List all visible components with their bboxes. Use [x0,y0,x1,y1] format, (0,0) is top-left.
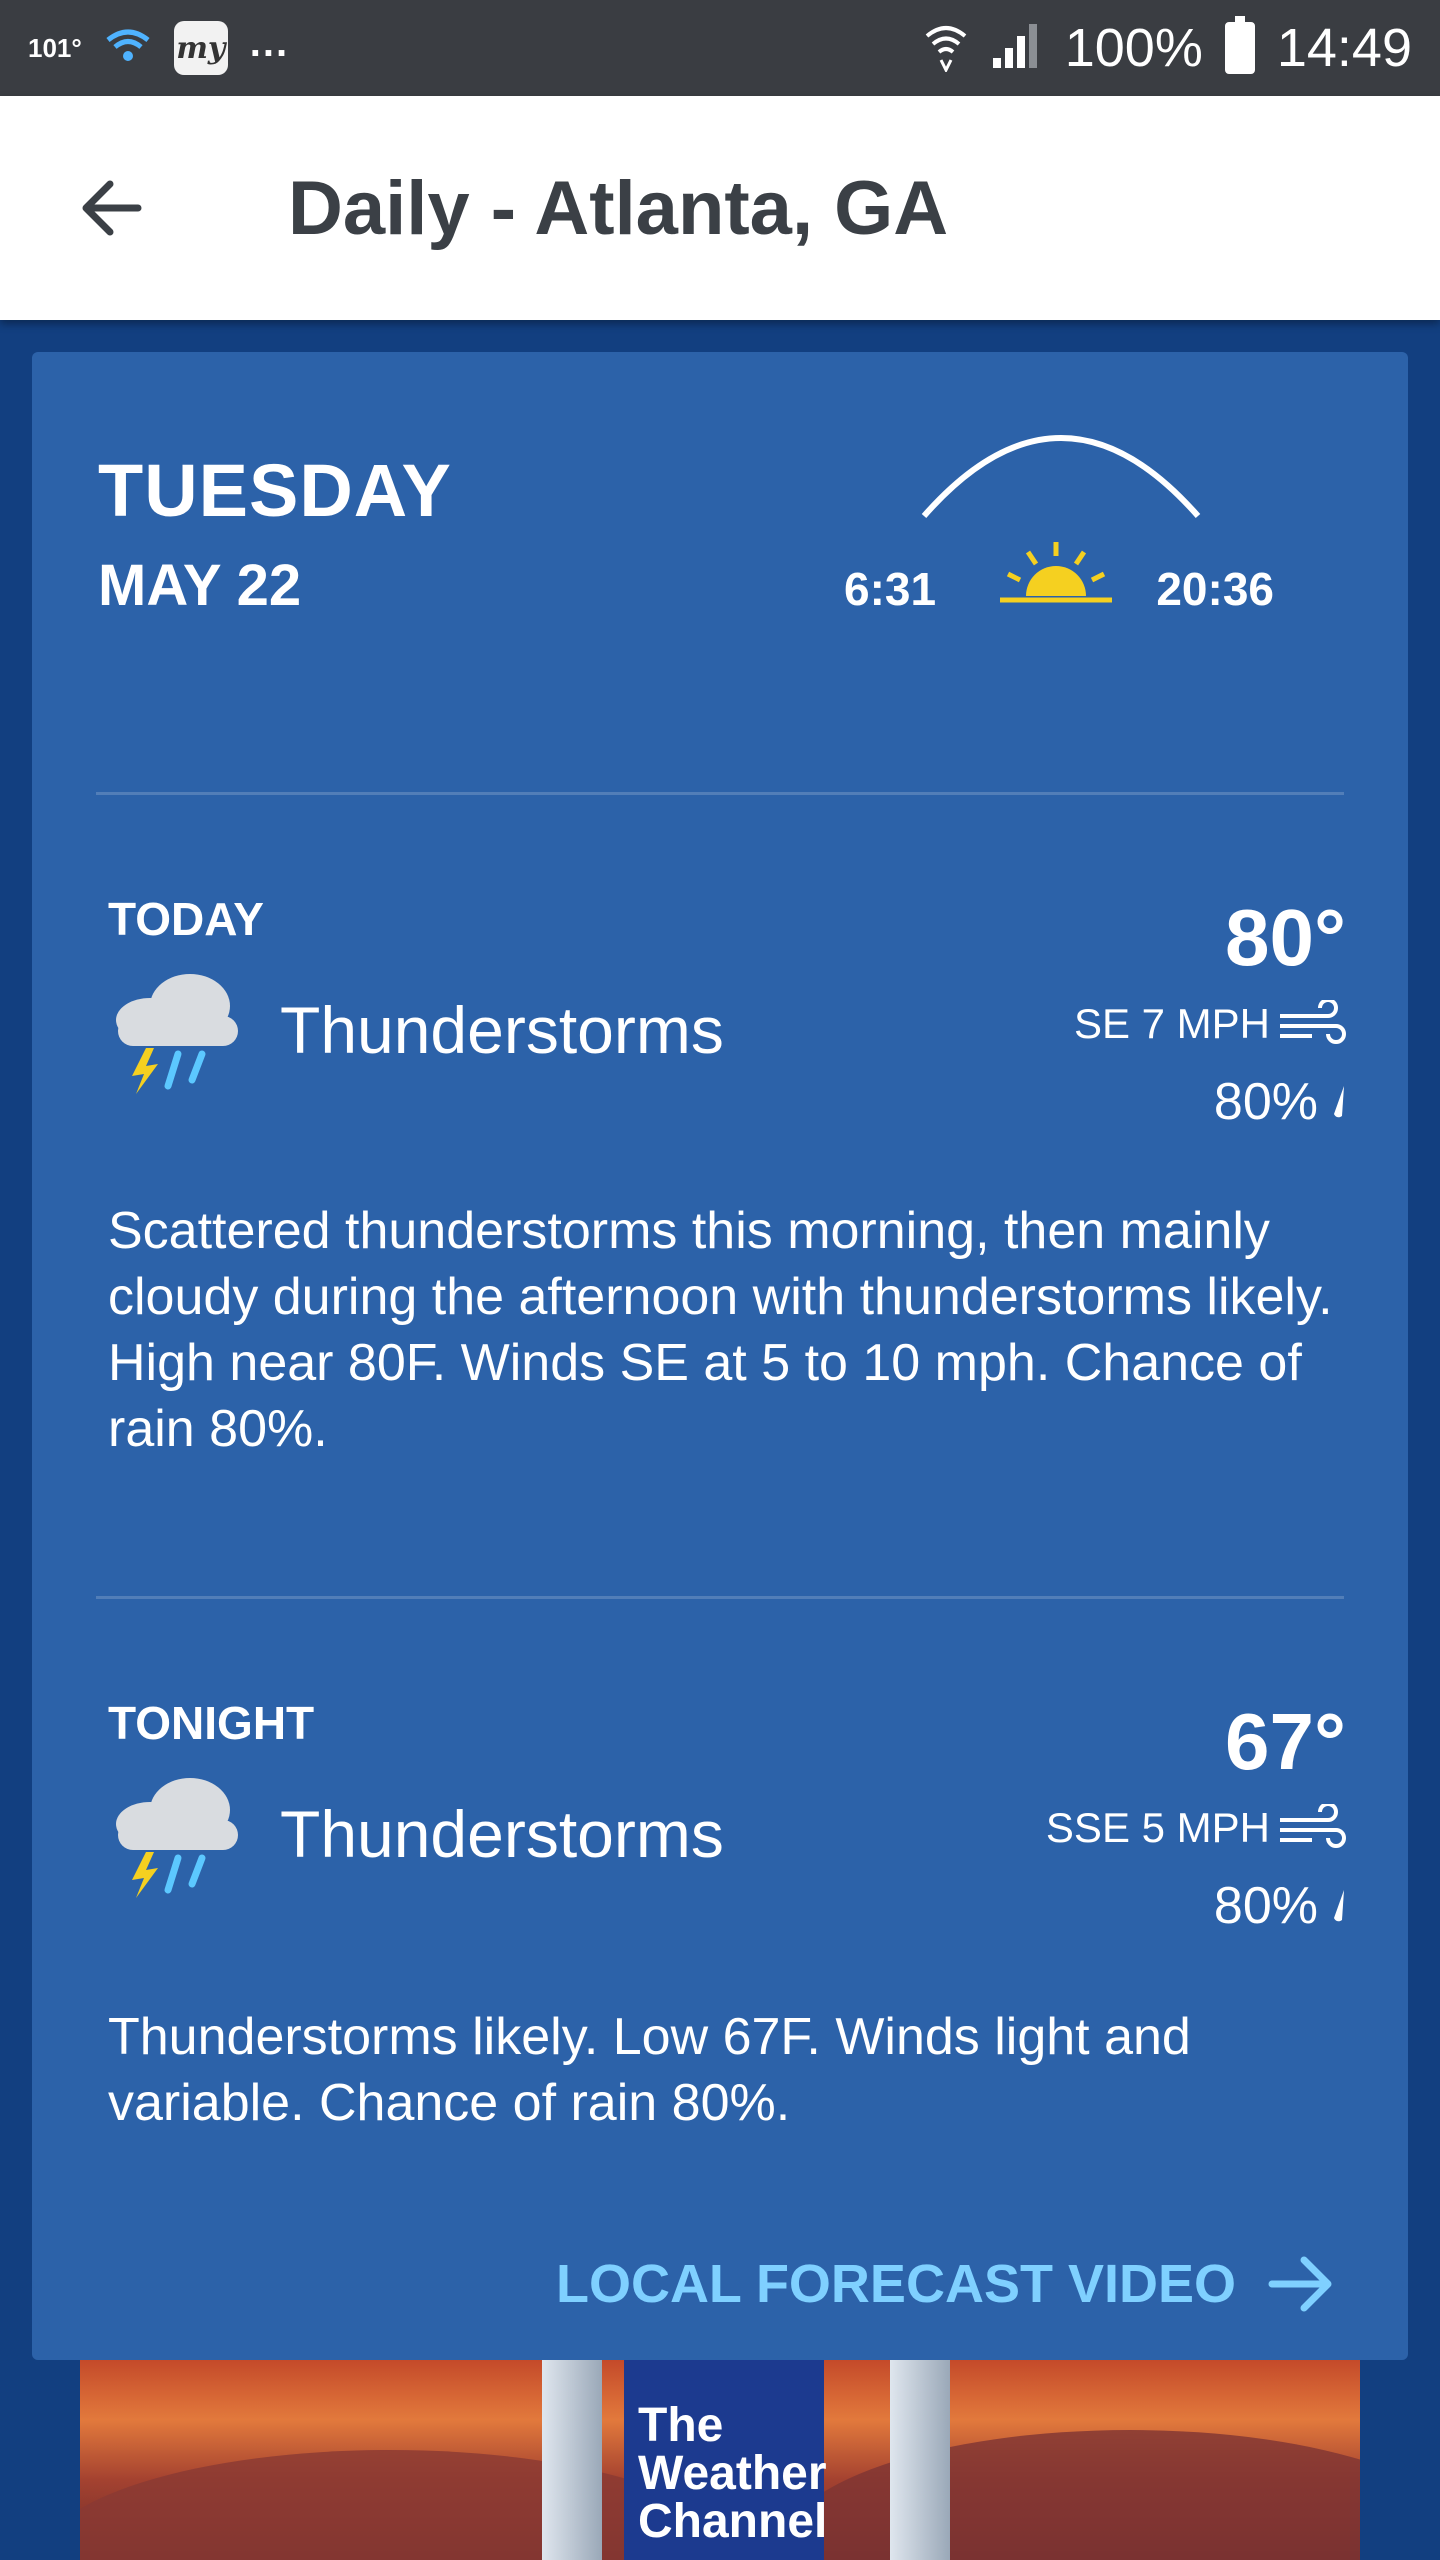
divider [96,1596,1344,1599]
sunset-time: 20:36 [1156,563,1274,615]
precip-text: 80% [1213,1073,1318,1131]
thunderstorm-icon [116,1778,238,1898]
status-left: 101° my ... [28,21,289,75]
sunrise-time: 6:31 [844,563,937,615]
ad-background-hill [780,2430,1360,2560]
back-button[interactable] [52,148,172,268]
logo-line: Weather [638,2447,827,2500]
app-bar: Daily - Atlanta, GA [0,96,1440,320]
ad-banner[interactable]: The Weather Channel [80,2360,1360,2560]
period-label: TONIGHT [108,1697,315,1749]
sun-arc-icon [921,435,1201,518]
condition-text: Thunderstorms [280,1797,724,1871]
clock: 14:49 [1276,18,1412,78]
raindrop-icon [1334,1086,1344,1118]
status-right: 100% 14:49 [923,16,1412,79]
battery-icon [1224,16,1255,74]
status-temp: 101° [28,32,82,63]
arrow-back-icon [82,180,142,236]
temperature: 67° [1225,1697,1346,1786]
status-bar: 101° my ... 100% 14:49 [0,0,1440,96]
app-notification-icon: my [173,21,228,75]
narrative-tonight: Thunderstorms likely. Low 67F. Winds lig… [108,2008,1191,2132]
thunderstorm-icon [116,974,238,1094]
daily-forecast-card: TUESDAY MAY 22 6:31 20:36 TODAY Thunders… [32,352,1408,2360]
period-label: TODAY [108,893,264,945]
local-forecast-video-link[interactable]: LOCAL FORECAST VIDEO [556,2252,1338,2316]
wind-info: SE 7 MPH [1074,1000,1346,1048]
ad-door-right [890,2360,950,2560]
wind-icon [1280,1804,1346,1848]
narrative-today: Scattered thunderstorms this morning, th… [108,1202,1333,1458]
temperature: 80° [1225,893,1346,982]
ad-door-left [542,2360,602,2560]
wind-info: SSE 5 MPH [1046,1804,1346,1852]
raindrop-icon [1334,1890,1344,1922]
wifi-icon [104,26,152,71]
day-date: MAY 22 [98,553,302,618]
video-link-label: LOCAL FORECAST VIDEO [555,2254,1236,2314]
wifi-signal-icon [923,20,969,77]
precip-info: 80% [1214,1876,1346,1936]
day-name: TUESDAY [98,449,452,532]
battery-percent: 100% [1064,18,1203,78]
wind-text: SSE 5 MPH [1045,1804,1270,1851]
condition-text: Thunderstorms [280,993,724,1067]
cell-signal-icon [991,22,1043,75]
logo-line: The [638,2399,724,2452]
divider [96,792,1344,795]
precip-info: 80% [1214,1072,1346,1132]
page-title: Daily - Atlanta, GA [288,165,949,251]
arrow-forward-icon [1268,2256,1332,2312]
weather-channel-logo: The Weather Channel [624,2360,828,2560]
sun-icon [1000,542,1112,603]
wind-icon [1280,1000,1346,1044]
more-notifications: ... [249,20,290,65]
wind-text: SE 7 MPH [1073,1000,1270,1047]
precip-text: 80% [1213,1877,1318,1935]
sunrise-sunset-widget: 6:31 20:36 [844,420,1274,620]
logo-line: Channel [638,2495,828,2548]
